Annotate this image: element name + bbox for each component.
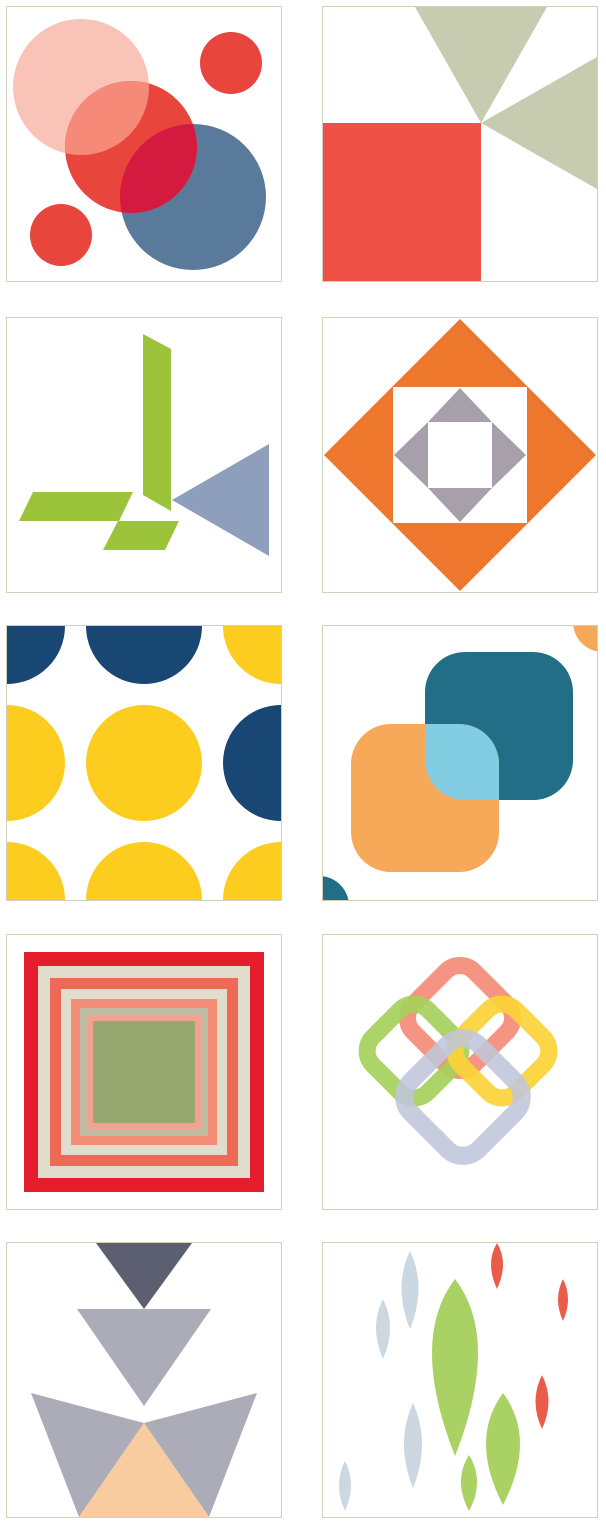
yellow-dot-bottom-right	[223, 842, 281, 900]
green-bars-graphic	[19, 334, 269, 556]
stacked-triangles-graphic	[31, 1243, 257, 1517]
tile-interlocking-diamonds[interactable]	[322, 934, 598, 1210]
concentric-squares-graphic	[24, 952, 264, 1192]
tile-yellow-blue-dots[interactable]	[6, 625, 282, 901]
yellow-diamond-outline	[446, 995, 558, 1107]
yellow-dot-center	[86, 705, 202, 821]
overlapping-circles-graphic	[13, 19, 266, 270]
tile-stacked-triangles[interactable]	[6, 1242, 282, 1518]
teal-corner-circle	[323, 876, 349, 900]
tile-leaf-shapes[interactable]	[322, 1242, 598, 1518]
medium-green-leaf	[486, 1393, 520, 1505]
red-square	[323, 123, 481, 281]
leaf-shapes-graphic	[339, 1243, 568, 1511]
yellow-dot-middle-left	[7, 705, 65, 821]
large-green-leaf	[432, 1279, 478, 1456]
yellow-dot-top-right	[223, 626, 281, 684]
small-red-circle-top-right	[200, 32, 262, 94]
red-leaf-right	[558, 1279, 568, 1321]
blue-dot-top-left	[7, 626, 65, 684]
blue-dot-middle-right	[223, 705, 281, 821]
small-red-circle-bottom-left	[30, 204, 92, 266]
square-and-triangles-graphic	[323, 7, 597, 281]
upper-green-parallelogram	[19, 492, 133, 521]
tile-concentric-squares[interactable]	[6, 934, 282, 1210]
orange-corner-circle	[573, 626, 597, 652]
blue-leaf-left	[376, 1299, 390, 1359]
tile-orange-diamond[interactable]	[322, 317, 598, 593]
blue-leaf-top	[401, 1251, 419, 1329]
vertical-green-bar	[143, 334, 171, 511]
blue-dot-top-center	[86, 626, 202, 684]
square-olive-green	[93, 1021, 195, 1123]
yellow-dot-bottom-left	[7, 842, 65, 900]
rounded-squares-graphic	[323, 626, 597, 900]
small-green-leaf	[461, 1455, 477, 1511]
tile-square-and-triangles[interactable]	[322, 6, 598, 282]
blue-leaf-bottom	[404, 1403, 422, 1488]
orange-diamond-graphic	[324, 319, 596, 591]
dots-graphic	[7, 626, 281, 900]
tile-green-bars-blue-triangle[interactable]	[6, 317, 282, 593]
tile-overlapping-circles[interactable]	[6, 6, 282, 282]
blue-leaf-corner	[339, 1461, 351, 1511]
tile-rounded-squares[interactable]	[322, 625, 598, 901]
yellow-dot-bottom-center	[86, 842, 202, 900]
lower-green-parallelogram	[103, 521, 179, 550]
gray-triangle-middle	[77, 1309, 211, 1406]
red-leaf-bottom-right	[535, 1375, 549, 1429]
interlocking-diamonds-graphic	[358, 956, 558, 1165]
red-leaf-top	[491, 1243, 503, 1289]
dark-gray-triangle	[96, 1243, 192, 1309]
blue-triangle	[172, 444, 269, 556]
